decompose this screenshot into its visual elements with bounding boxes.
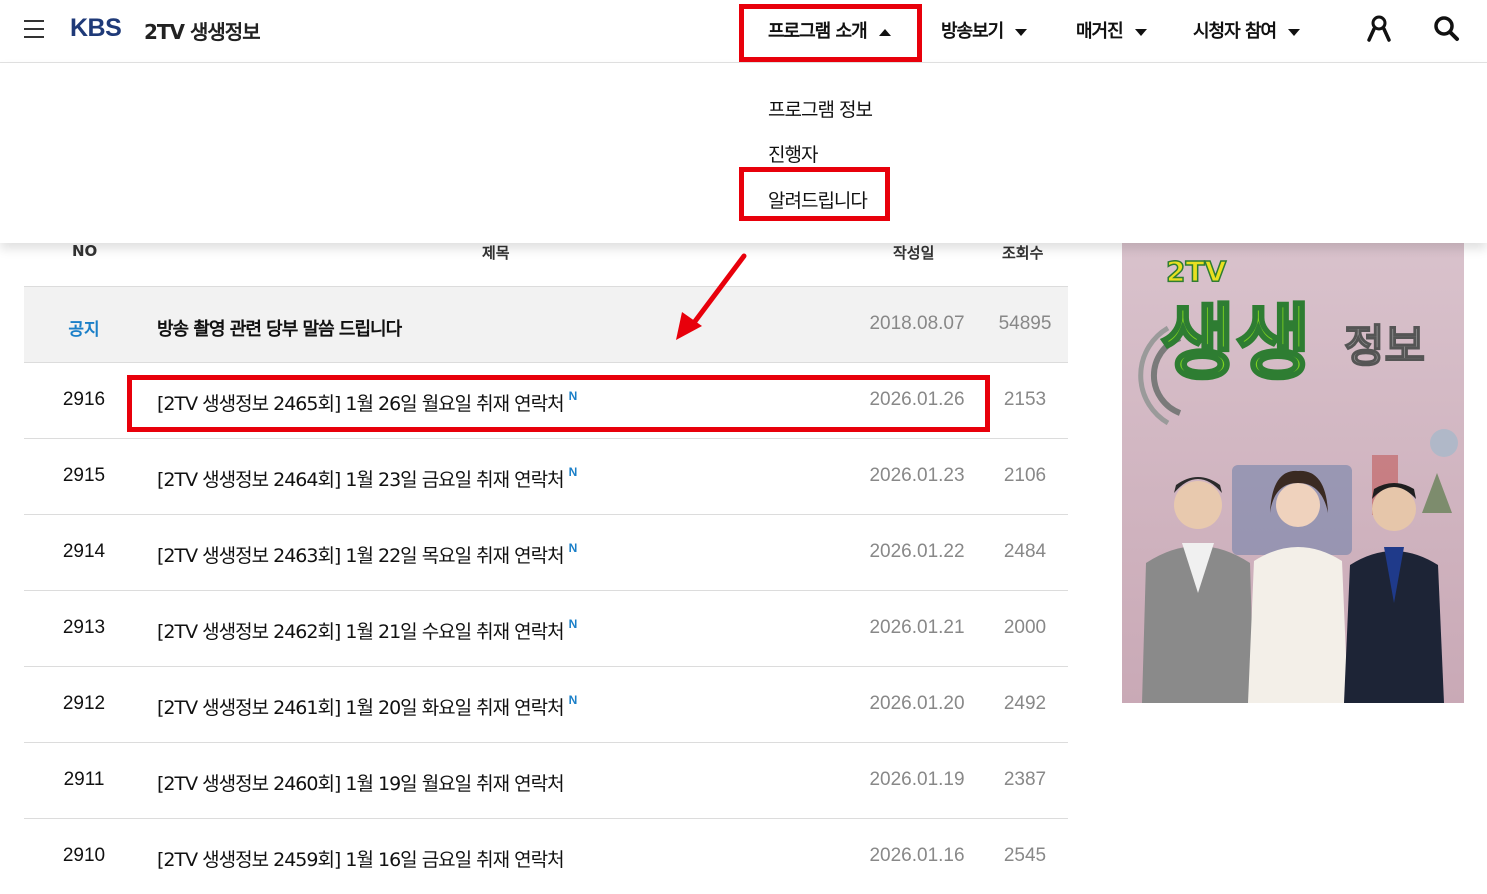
row-date: 2026.01.21 [869, 617, 965, 638]
user-icon[interactable] [1365, 14, 1393, 42]
table-row-notice[interactable]: 공지 방송 촬영 관련 당부 말씀 드립니다 2018.08.07 54895 [24, 286, 1068, 363]
table-row[interactable]: 2912 [2TV 생생정보 2461회] 1월 20일 화요일 취재 연락처 N… [24, 667, 1068, 743]
row-date: 2026.01.20 [869, 693, 965, 714]
banner-logo-small: 2TV [1166, 255, 1227, 288]
row-title[interactable]: 방송 촬영 관련 당부 말씀 드립니다 [157, 315, 406, 341]
row-date: 2026.01.23 [869, 465, 965, 486]
column-header-no: NO [72, 242, 98, 260]
row-number: 2916 [62, 389, 106, 410]
row-number: 2915 [62, 465, 106, 486]
dropdown-item-host[interactable]: 진행자 [768, 140, 818, 167]
table-row[interactable]: 2916 [2TV 생생정보 2465회] 1월 26일 월요일 취재 연락처 N… [24, 363, 1068, 439]
row-views: 2545 [1003, 845, 1047, 866]
row-title[interactable]: [2TV 생생정보 2463회] 1월 22일 목요일 취재 연락처 N [157, 541, 577, 568]
caret-down-icon [1015, 28, 1028, 36]
row-date: 2026.01.26 [869, 389, 965, 410]
new-badge: N [568, 693, 578, 707]
new-badge: N [568, 465, 578, 479]
kbs-logo[interactable]: KBS [70, 14, 122, 43]
row-views: 54895 [998, 313, 1052, 334]
menu-icon[interactable] [24, 20, 44, 38]
program-banner-image[interactable]: 2TV 생생 정보 [1122, 243, 1464, 703]
row-title-text: 방송 촬영 관련 당부 말씀 드립니다 [157, 319, 402, 340]
row-views: 2387 [1003, 769, 1047, 790]
row-views: 2106 [1003, 465, 1047, 486]
banner-illustration: 2TV 생생 정보 [1122, 243, 1464, 703]
row-number: 2913 [62, 617, 106, 638]
row-title-text: [2TV 생생정보 2463회] 1월 22일 목요일 취재 연락처 [157, 545, 565, 567]
new-badge: N [568, 617, 578, 631]
caret-down-icon [1134, 28, 1147, 36]
row-title[interactable]: [2TV 생생정보 2465회] 1월 26일 월요일 취재 연락처 N [157, 389, 577, 416]
nav-label: 시청자 참여 [1193, 21, 1277, 42]
table-row[interactable]: 2911 [2TV 생생정보 2460회] 1월 19일 월요일 취재 연락처 … [24, 743, 1068, 819]
row-number: 공지 [68, 320, 100, 340]
dropdown-item-notice[interactable]: 알려드립니다 [768, 186, 868, 213]
nav-viewer-participation[interactable]: 시청자 참여 [1193, 17, 1301, 43]
nav-program-intro[interactable]: 프로그램 소개 [768, 17, 891, 43]
row-title[interactable]: [2TV 생생정보 2460회] 1월 19일 월요일 취재 연락처 [157, 769, 569, 796]
table-row[interactable]: 2913 [2TV 생생정보 2462회] 1월 21일 수요일 취재 연락처 N… [24, 591, 1068, 667]
row-date: 2026.01.16 [869, 845, 965, 866]
top-header: KBS 2TV 생생정보 프로그램 소개 방송보기 매거진 시청자 참여 [0, 0, 1487, 63]
nav-label: 프로그램 소개 [768, 21, 868, 42]
new-badge: N [568, 541, 578, 555]
row-title-text: [2TV 생생정보 2464회] 1월 23일 금요일 취재 연락처 [157, 469, 565, 491]
row-date: 2018.08.07 [869, 313, 965, 334]
row-title-text: [2TV 생생정보 2460회] 1월 19일 월요일 취재 연락처 [157, 773, 565, 795]
row-date: 2026.01.22 [869, 541, 965, 562]
row-title[interactable]: [2TV 생생정보 2459회] 1월 16일 금요일 취재 연락처 [157, 845, 569, 872]
table-row[interactable]: 2915 [2TV 생생정보 2464회] 1월 23일 금요일 취재 연락처 N… [24, 439, 1068, 515]
nav-magazine[interactable]: 매거진 [1076, 17, 1147, 43]
nav-label: 방송보기 [941, 21, 1004, 42]
program-intro-dropdown: 프로그램 정보 진행자 알려드립니다 [0, 63, 1487, 243]
row-views: 2492 [1003, 693, 1047, 714]
column-header-views: 조회수 [1002, 244, 1044, 262]
row-title-text: [2TV 생생정보 2461회] 1월 20일 화요일 취재 연락처 [157, 697, 565, 719]
row-views: 2153 [1003, 389, 1047, 410]
nav-watch[interactable]: 방송보기 [941, 17, 1028, 43]
caret-up-icon [878, 28, 891, 36]
row-title[interactable]: [2TV 생생정보 2462회] 1월 21일 수요일 취재 연락처 N [157, 617, 577, 644]
row-number: 2911 [63, 769, 105, 790]
banner-logo-main: 생생 [1160, 296, 1311, 391]
row-views: 2484 [1003, 541, 1047, 562]
nav-label: 매거진 [1076, 21, 1124, 42]
row-date: 2026.01.19 [869, 769, 965, 790]
row-views: 2000 [1003, 617, 1047, 638]
row-title-text: [2TV 생생정보 2465회] 1월 26일 월요일 취재 연락처 [157, 393, 565, 415]
row-title-text: [2TV 생생정보 2459회] 1월 16일 금요일 취재 연락처 [157, 849, 565, 871]
banner-logo-sub: 정보 [1344, 321, 1425, 372]
row-title[interactable]: [2TV 생생정보 2461회] 1월 20일 화요일 취재 연락처 N [157, 693, 577, 720]
row-title-text: [2TV 생생정보 2462회] 1월 21일 수요일 취재 연락처 [157, 621, 565, 643]
new-badge: N [568, 389, 578, 403]
column-header-date: 작성일 [893, 244, 935, 262]
dropdown-item-program-info[interactable]: 프로그램 정보 [768, 95, 873, 122]
row-number: 2910 [62, 845, 106, 866]
table-row[interactable]: 2914 [2TV 생생정보 2463회] 1월 22일 목요일 취재 연락처 N… [24, 515, 1068, 591]
search-icon[interactable] [1432, 14, 1460, 42]
notice-board-table: 공지 방송 촬영 관련 당부 말씀 드립니다 2018.08.07 54895 … [24, 286, 1068, 894]
row-number: 2914 [62, 541, 106, 562]
site-title[interactable]: 2TV 생생정보 [144, 16, 261, 45]
caret-down-icon [1288, 28, 1301, 36]
row-number: 2912 [62, 693, 106, 714]
column-header-title: 제목 [482, 244, 510, 262]
table-row[interactable]: 2910 [2TV 생생정보 2459회] 1월 16일 금요일 취재 연락처 … [24, 819, 1068, 894]
row-title[interactable]: [2TV 생생정보 2464회] 1월 23일 금요일 취재 연락처 N [157, 465, 577, 492]
